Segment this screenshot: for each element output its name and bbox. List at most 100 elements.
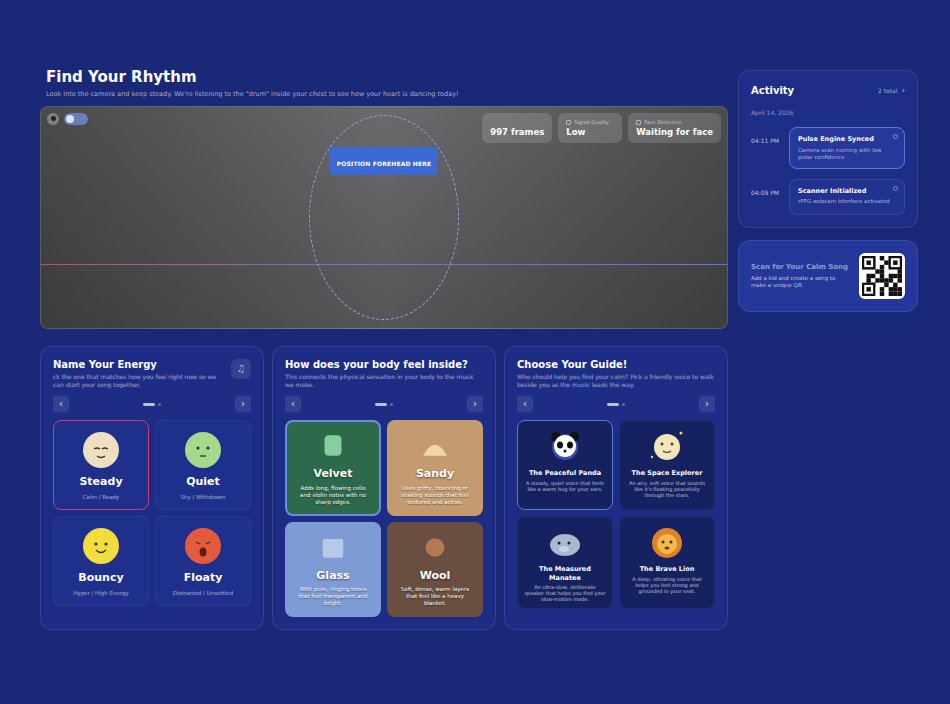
pagination: ‹› [53, 396, 251, 412]
music-note-icon: ♫ [237, 364, 246, 374]
page-dot[interactable] [607, 403, 619, 406]
record-dot-icon [51, 116, 56, 121]
activity-card-title: Scanner Initialized [798, 187, 896, 197]
panel-subtitle: Who should help you find your calm? Pick… [517, 373, 715, 388]
activity-item[interactable]: 04:09 PM Scanner InitializedrPPG webcam i… [751, 179, 905, 215]
guide-card[interactable]: The Peaceful PandaA steady, quiet voice … [517, 420, 613, 510]
activity-time: 04:11 PM [751, 127, 781, 145]
position-badge: POSITION FOREHEAD HERE [330, 147, 438, 175]
chevron-icon[interactable]: › [901, 86, 905, 95]
mood-card[interactable]: QuietShy / Withdrawn [155, 420, 251, 510]
option-panel: Choose Your Guide!Who should help you fi… [504, 346, 728, 630]
stat-icon [566, 120, 571, 125]
page: Find Your Rhythm Look into the camera and… [0, 0, 950, 630]
prev-button[interactable]: ‹ [285, 396, 301, 412]
stat-value: Waiting for face [636, 126, 713, 139]
activity-header: Activity2 total› [751, 83, 905, 98]
mood-caption: Distracted / Unsettled [173, 589, 233, 597]
texture-name: Sandy [416, 466, 454, 483]
panel-heading: Choose Your Guide!Who should help you fi… [517, 359, 715, 389]
header: Find Your Rhythm Look into the camera and… [40, 68, 728, 98]
prev-button[interactable]: ‹ [517, 396, 533, 412]
guide-card[interactable]: The Space ExplorerAn airy, soft voice th… [619, 420, 715, 510]
texture-card[interactable]: VelvetAdds long, flowing cello and violi… [285, 420, 381, 515]
status-icon [893, 134, 898, 139]
camera-photo [41, 107, 727, 328]
stat-box: 997 frames [482, 113, 552, 143]
texture-icon [418, 430, 452, 464]
texture-icon [316, 532, 350, 566]
page-dots [375, 403, 393, 406]
mood-name: Floaty [184, 570, 223, 587]
activity-date: April 14, 2026 [751, 108, 905, 117]
page-dots [143, 403, 161, 406]
prev-button[interactable]: ‹ [53, 396, 69, 412]
page-dot[interactable] [143, 403, 155, 406]
panel-title: Name Your Energy [53, 359, 223, 372]
qr-description: Add a kid and create a song to make a un… [751, 275, 851, 289]
record-icon[interactable] [47, 113, 59, 125]
guide-animal-icon [647, 427, 687, 467]
page-dot[interactable] [622, 403, 625, 406]
activity-card[interactable]: Scanner InitializedrPPG webcam interface… [789, 179, 905, 215]
activity-card[interactable]: Pulse Engine SyncedCamera scan running w… [789, 127, 905, 169]
texture-icon [316, 430, 350, 464]
panel-title: How does your body feel inside? [285, 359, 483, 372]
texture-card[interactable]: WoolSoft, dense, warm layers that feel l… [387, 522, 483, 617]
stat-box: Face DetectionWaiting for face [628, 113, 721, 143]
guide-card[interactable]: The Brave LionA deep, vibrating voice th… [619, 516, 715, 609]
pagination: ‹› [517, 396, 715, 412]
mood-name: Steady [79, 474, 122, 491]
mood-card[interactable]: BouncyHyper / High Energy [53, 516, 149, 606]
chevron-left-icon: ‹ [291, 399, 295, 409]
card-grid: The Peaceful PandaA steady, quiet voice … [517, 420, 715, 609]
activity-card-detail: Camera scan running with low pulse confi… [798, 147, 896, 161]
face-icon [183, 526, 223, 566]
mood-card[interactable]: Floaty Distracted / Unsettled [155, 516, 251, 606]
stat-icon [636, 120, 641, 125]
camera-toggle[interactable] [64, 113, 88, 125]
panel-subtitle: This connects the physical sensation in … [285, 373, 483, 388]
page-dot[interactable] [375, 403, 387, 406]
qr-code-icon[interactable] [859, 253, 905, 299]
page-dot[interactable] [390, 403, 393, 406]
guide-card[interactable]: The Measured ManateeAn ultra-slow, delib… [517, 516, 613, 609]
pagination: ‹› [285, 396, 483, 412]
next-button[interactable]: › [467, 396, 483, 412]
mood-caption: Calm / Ready [83, 493, 120, 501]
activity-item[interactable]: 04:11 PM Pulse Engine SyncedCamera scan r… [751, 127, 905, 169]
panel-subtitle: ck the one that matches how you feel rig… [53, 373, 223, 388]
chevron-right-icon: › [705, 399, 709, 409]
panels: Name Your Energyck the one that matches … [40, 346, 728, 630]
texture-caption: Uses gritty, bouncing or shaking sounds … [397, 485, 473, 506]
texture-card[interactable]: GlassWith pure, ringing tones that feel … [285, 522, 381, 617]
next-button[interactable]: › [699, 396, 715, 412]
panel-title: Choose Your Guide! [517, 359, 715, 372]
page-title: Find Your Rhythm [46, 68, 728, 87]
option-panel: How does your body feel inside?This conn… [272, 346, 496, 630]
page-subtitle: Look into the camera and keep steady. We… [46, 90, 728, 98]
camera-view: POSITION FOREHEAD HERE 997 framesSignal Q… [40, 106, 728, 329]
pulse-line [41, 264, 727, 265]
activity-count: 2 total [878, 86, 897, 95]
guide-animal-icon [647, 523, 687, 563]
activity-count-row[interactable]: 2 total › [878, 86, 905, 95]
toggle-knob-icon [66, 115, 74, 123]
mood-card[interactable]: Steady Calm / Ready [53, 420, 149, 510]
guide-caption: A deep, vibrating voice that helps you f… [626, 576, 708, 595]
mood-name: Bouncy [78, 570, 123, 587]
texture-caption: Soft, dense, warm layers that feel like … [397, 586, 473, 607]
qr-card[interactable]: Scan for Your Calm Song Add a kid and cre… [738, 240, 918, 312]
chevron-left-icon: ‹ [523, 399, 527, 409]
qr-title: Scan for Your Calm Song [751, 262, 851, 273]
texture-name: Glass [316, 568, 349, 585]
next-button[interactable]: › [235, 396, 251, 412]
face-icon [81, 526, 121, 566]
panel-header: Choose Your Guide!Who should help you fi… [517, 359, 715, 389]
page-dot[interactable] [158, 403, 161, 406]
stat-box: Signal QualityLow [558, 113, 622, 143]
activity-time: 04:09 PM [751, 179, 781, 197]
music-button[interactable]: ♫ [231, 359, 251, 379]
activity-list: 04:11 PM Pulse Engine SyncedCamera scan r… [751, 127, 905, 215]
texture-card[interactable]: Sandy Uses gritty, bouncing or shaking so… [387, 420, 483, 515]
